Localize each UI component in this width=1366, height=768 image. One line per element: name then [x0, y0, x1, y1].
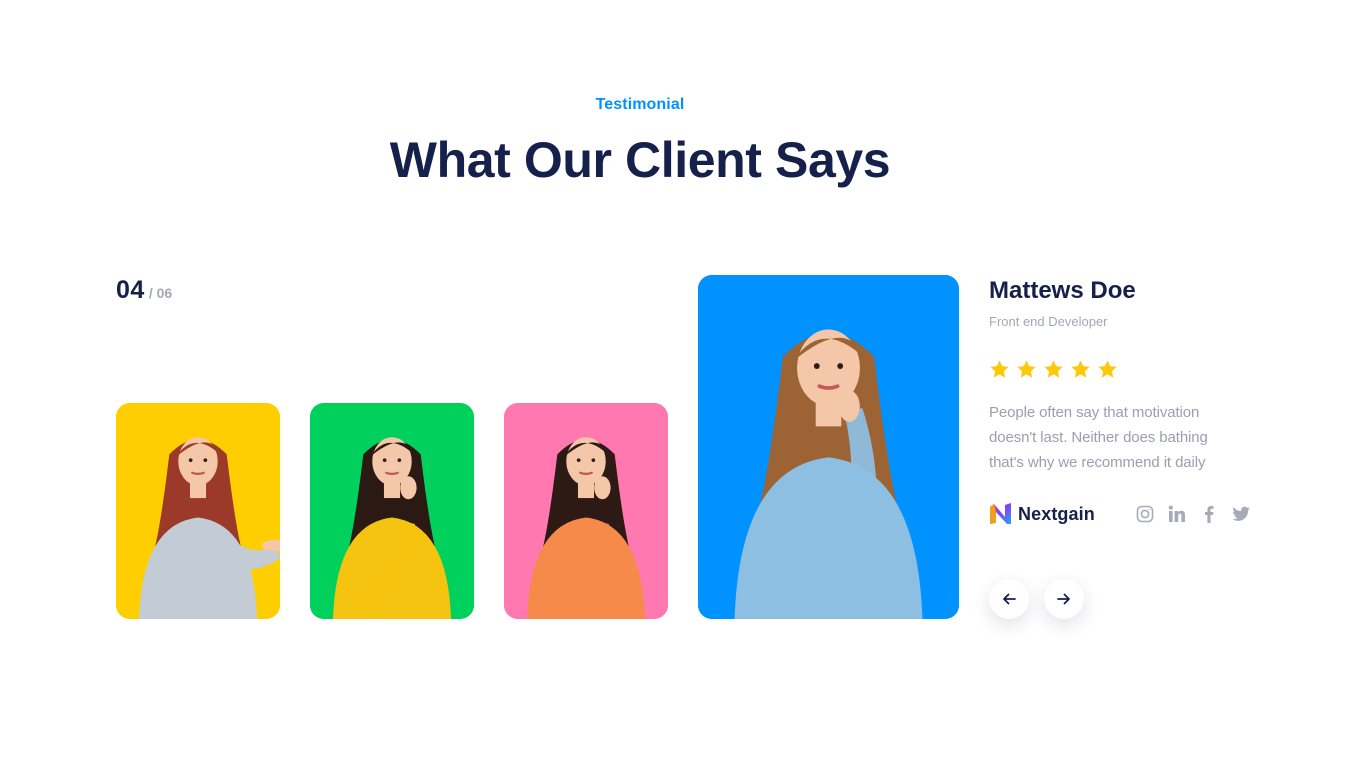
current-slide-number: 04: [116, 276, 145, 304]
arrow-right-icon: [1057, 593, 1070, 605]
client-role: Front end Developer: [989, 314, 1108, 329]
next-button[interactable]: [1044, 579, 1084, 619]
star-icon: [990, 360, 1009, 378]
testimonial-details: Mattews Doe Front end Developer People o…: [989, 276, 1279, 619]
star-icon: [1071, 360, 1090, 378]
slider-navigation: [989, 579, 1279, 619]
brand-row: Nextgain: [989, 503, 1251, 525]
client-thumbnail-1[interactable]: [116, 403, 280, 619]
nextgain-logo-icon: [990, 503, 1011, 524]
arrow-left-icon: [1003, 593, 1016, 605]
featured-client-photo: [698, 275, 959, 619]
social-links: [1135, 504, 1251, 524]
twitter-icon[interactable]: [1231, 504, 1251, 524]
testimonial-quote: People often say that motivation doesn't…: [989, 404, 1208, 471]
previous-button[interactable]: [989, 579, 1029, 619]
client-name: Mattews Doe: [989, 277, 1136, 304]
section-eyebrow: Testimonial: [595, 96, 685, 113]
star-rating: [989, 359, 1279, 380]
company-name: Nextgain: [1018, 503, 1095, 524]
section-title: What Our Client Says: [389, 132, 891, 188]
company-brand: Nextgain: [989, 503, 1095, 525]
linkedin-icon[interactable]: [1167, 504, 1187, 524]
facebook-icon[interactable]: [1199, 504, 1219, 524]
instagram-icon[interactable]: [1135, 504, 1155, 524]
star-icon: [1044, 360, 1063, 378]
slide-counter: 04/ 06: [116, 276, 172, 305]
client-thumbnail-3[interactable]: [504, 403, 668, 619]
testimonial-section: Testimonial What Our Client Says 04/ 06: [0, 0, 1366, 768]
star-icon: [1098, 360, 1117, 378]
client-thumbnail-2[interactable]: [310, 403, 474, 619]
total-slide-number: / 06: [148, 285, 173, 301]
star-icon: [1017, 360, 1036, 378]
